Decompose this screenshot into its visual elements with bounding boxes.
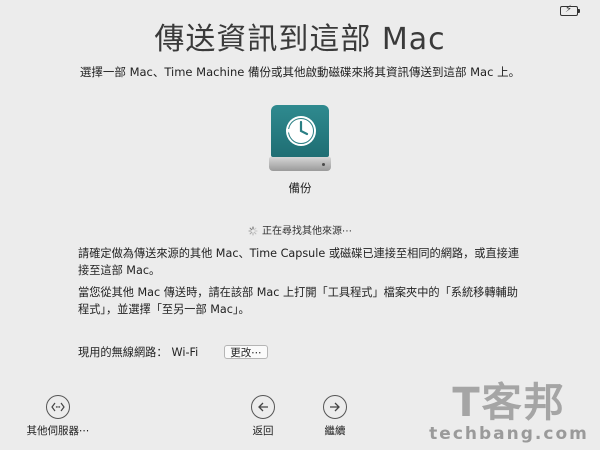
page-subtitle: 選擇一部 Mac、Time Machine 備份或其他啟動磁碟來將其資訊傳送到這… (79, 65, 521, 79)
other-servers-label: 其他伺服器⋯ (26, 425, 90, 437)
instruction-network: 請確定做為傳送來源的其他 Mac、Time Capsule 或磁碟已連接至相同的… (78, 247, 520, 277)
search-status-text: 正在尋找其他來源⋯ (262, 226, 352, 237)
techbang-watermark: T客邦 techbang.com (428, 382, 590, 444)
watermark-en: techbang.com (429, 424, 589, 444)
arrow-left-icon (251, 395, 275, 419)
search-status: 正在尋找其他來源⋯ (0, 222, 600, 237)
continue-label: 繼續 (324, 425, 346, 437)
network-label: 現用的無線網路： (78, 346, 168, 359)
network-row: 現用的無線網路： Wi-Fi 更改⋯ (78, 344, 268, 360)
network-value: Wi-Fi (171, 345, 199, 359)
instruction-migration: 當您從其他 Mac 傳送時，請在該部 Mac 上打開「工具程式」檔案夾中的「系統… (78, 286, 518, 316)
time-machine-drive[interactable] (268, 105, 332, 171)
change-network-button[interactable]: 更改⋯ (224, 345, 268, 359)
code-icon (46, 395, 70, 419)
back-button[interactable]: 返回 (240, 395, 286, 438)
time-machine-icon (271, 105, 329, 157)
spinner-icon (248, 226, 258, 236)
arrow-right-icon (323, 395, 347, 419)
watermark-cn: T客邦 (452, 380, 566, 426)
page-title: 傳送資訊到這部 Mac (154, 22, 446, 57)
source-label: 備份 (288, 181, 312, 195)
back-label: 返回 (252, 425, 274, 437)
continue-button[interactable]: 繼續 (312, 395, 358, 438)
drive-base (269, 157, 331, 171)
other-servers-button[interactable]: 其他伺服器⋯ (26, 395, 90, 438)
